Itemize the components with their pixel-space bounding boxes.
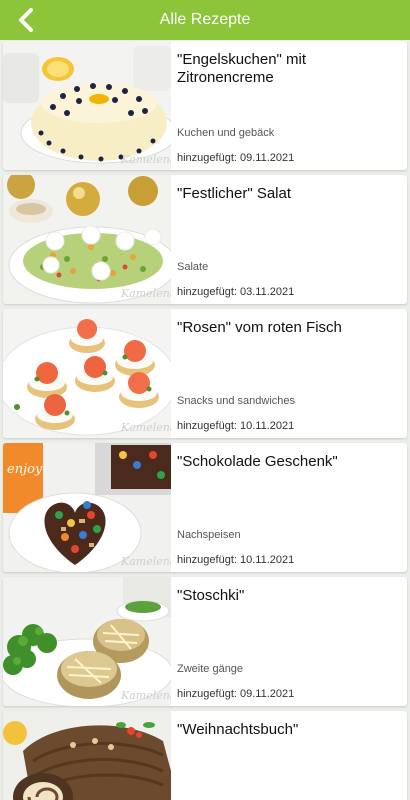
recipe-title: "Engelskuchen" mit Zitronencreme [177,51,307,86]
chevron-left-icon [19,8,33,32]
recipe-title: "Stoschki" [177,587,245,604]
recipe-category: Nachspeisen [177,529,241,541]
app-bar: Alle Rezepte [0,0,410,40]
recipe-photo-watermark: Kamelena [120,689,171,702]
recipe-photo: Kamelena [3,577,171,706]
recipe-date-added: hinzugefügt: 03.11.2021 [177,286,295,298]
recipe-date-added: hinzugefügt: 10.11.2021 [177,420,295,432]
recipe-photo [3,711,171,800]
recipe-title: "Weihnachtsbuch" [177,721,299,738]
recipe-photo: Kamelena [3,175,171,304]
recipe-card[interactable]: Kamelena "Stoschki" Zweite gänge hinzuge… [3,577,407,706]
recipe-date-added: hinzugefügt: 10.11.2021 [177,554,295,566]
recipe-title: "Schokolade Geschenk" [177,453,338,470]
recipe-photo-watermark: Kamelena [120,287,171,300]
recipe-photo: enjoy Kamelena [3,443,171,572]
recipe-photo-watermark: Kamelena [120,555,171,568]
recipe-card[interactable]: Kamelena "Rosen" vom roten Fisch Snacks … [3,309,407,438]
recipe-category: Kuchen und gebäck [177,127,275,139]
recipe-title: "Festlicher" Salat [177,185,292,202]
recipe-list[interactable]: Kamelena "Engelskuchen" mit Zitronencrem… [0,40,410,800]
recipe-date-added: hinzugefügt: 09.11.2021 [177,688,295,700]
recipe-photo-watermark: Kamelena [120,421,171,434]
recipe-card[interactable]: enjoy Kamelena "Schokolade Geschenk" Nac… [3,443,407,572]
recipe-card[interactable]: Kamelena "Festlicher" Salat Salate hinzu… [3,175,407,304]
back-button[interactable] [8,4,44,36]
recipe-date-added: hinzugefügt: 09.11.2021 [177,152,295,164]
recipe-card[interactable]: Kamelena "Engelskuchen" mit Zitronencrem… [3,41,407,170]
recipe-category: Snacks und sandwiches [177,395,296,407]
recipe-photo-watermark: Kamelena [120,153,171,166]
cup-label: enjoy [7,462,43,477]
recipe-category: Zweite gänge [177,663,244,675]
recipe-card[interactable]: "Weihnachtsbuch" [3,711,407,800]
recipe-category: Salate [177,261,209,273]
recipe-title: "Rosen" vom roten Fisch [177,319,342,336]
recipe-photo: Kamelena [3,309,171,438]
page-title: Alle Rezepte [159,11,251,28]
recipe-photo: Kamelena [3,41,171,170]
